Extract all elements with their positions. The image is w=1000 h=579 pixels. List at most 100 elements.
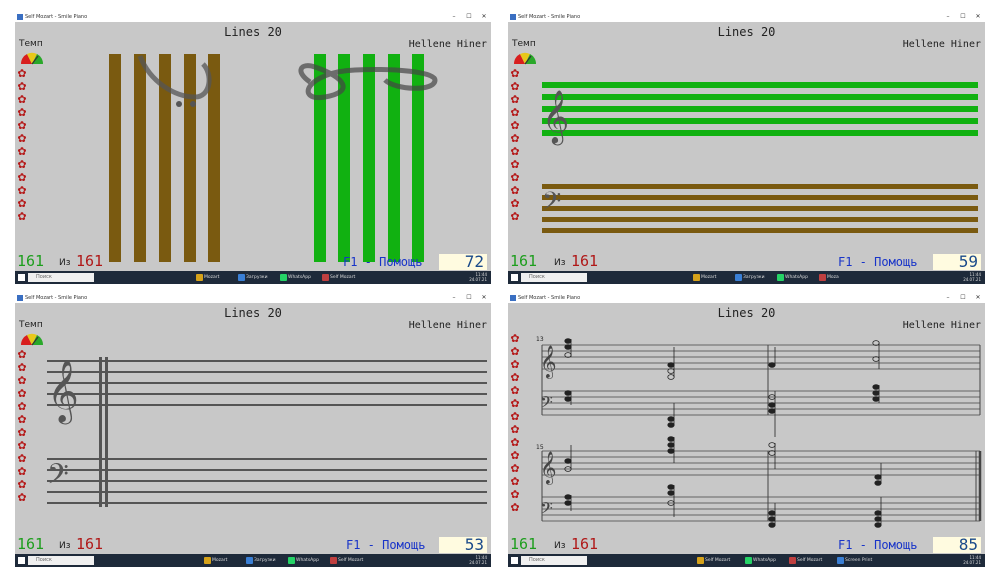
taskbar-search[interactable]: Поиск bbox=[521, 273, 587, 282]
windows-start-icon[interactable] bbox=[18, 274, 25, 281]
tempo-label: Темп bbox=[512, 39, 536, 49]
flower-icon: ✿ bbox=[510, 397, 520, 410]
flower-icon: ✿ bbox=[17, 374, 27, 387]
song-title: Lines 20 bbox=[717, 25, 776, 39]
progress-of-label: Из bbox=[554, 258, 566, 268]
app-content: Lines 20 Hellene Hiner Темп ✿ ✿ ✿ ✿ ✿ ✿ ✿ ✿ ✿ ✿ ✿ ✿… bbox=[508, 22, 985, 271]
flower-icon: ✿ bbox=[510, 80, 520, 93]
app-icon bbox=[17, 295, 23, 301]
app-icon bbox=[510, 295, 516, 301]
taskbar-clock[interactable]: 11:44 24.07.21 bbox=[963, 272, 981, 282]
maximize-button[interactable]: ☐ bbox=[956, 12, 970, 22]
progress-total: 161 bbox=[571, 252, 599, 270]
windows-start-icon[interactable] bbox=[18, 557, 25, 564]
flower-icon: ✿ bbox=[17, 439, 27, 452]
flower-icon: ✿ bbox=[17, 145, 27, 158]
taskbar-app[interactable]: Загрузки bbox=[734, 273, 772, 282]
taskbar-app[interactable]: Self Mozart bbox=[329, 556, 367, 565]
flower-icon: ✿ bbox=[17, 210, 27, 223]
flower-strip: ✿ ✿ ✿ ✿ ✿ ✿ ✿ ✿ ✿ ✿ ✿ ✿ bbox=[510, 66, 524, 225]
flower-icon: ✿ bbox=[17, 413, 27, 426]
taskbar-search[interactable]: Поиск bbox=[28, 556, 94, 565]
close-button[interactable]: ✕ bbox=[971, 293, 985, 303]
taskbar-clock[interactable]: 11:44 24.07.21 bbox=[469, 555, 487, 565]
taskbar-app[interactable]: WhatsApp bbox=[776, 273, 814, 282]
taskbar-app[interactable]: Mozart bbox=[195, 273, 233, 282]
taskbar-clock[interactable]: 11:44 24.07.21 bbox=[963, 555, 981, 565]
taskbar-app[interactable]: Moza bbox=[818, 273, 856, 282]
flower-icon: ✿ bbox=[510, 145, 520, 158]
app-content: Lines 20 Hellene Hiner ✿ ✿ ✿ ✿ ✿ ✿ ✿ ✿ ✿ ✿ ✿ ✿ ✿ ✿ 13… bbox=[508, 303, 985, 554]
flower-icon: ✿ bbox=[17, 93, 27, 106]
flower-icon: ✿ bbox=[510, 358, 520, 371]
flower-icon: ✿ bbox=[510, 371, 520, 384]
flower-icon: ✿ bbox=[510, 171, 520, 184]
flower-icon: ✿ bbox=[510, 93, 520, 106]
system-barline bbox=[99, 357, 102, 507]
taskbar-app[interactable]: Загрузки bbox=[245, 556, 283, 565]
close-button[interactable]: ✕ bbox=[971, 12, 985, 22]
windows-start-icon[interactable] bbox=[511, 274, 518, 281]
minimize-button[interactable]: – bbox=[447, 12, 461, 22]
treble-staff-vertical bbox=[314, 54, 424, 262]
system-2-treble bbox=[542, 450, 980, 476]
taskbar-app[interactable]: WhatsApp bbox=[744, 556, 784, 565]
author-name: Hellene Hiner bbox=[408, 320, 487, 331]
close-button[interactable]: ✕ bbox=[477, 293, 491, 303]
close-button[interactable]: ✕ bbox=[477, 12, 491, 22]
song-title: Lines 20 bbox=[224, 306, 282, 320]
taskbar: Поиск Mozart Загрузки WhatsApp Self Moza… bbox=[15, 271, 491, 284]
flower-icon: ✿ bbox=[17, 400, 27, 413]
help-hint: F1 - Помощь bbox=[838, 538, 918, 552]
flower-icon: ✿ bbox=[510, 332, 520, 345]
taskbar-app[interactable]: Self Mozart bbox=[696, 556, 740, 565]
progress-total: 161 bbox=[76, 252, 104, 270]
flower-icon: ✿ bbox=[510, 501, 520, 514]
window-title: Self Mozart - Smile Piano bbox=[518, 14, 581, 20]
bass-staff-horizontal bbox=[542, 184, 978, 233]
flower-icon: ✿ bbox=[17, 478, 27, 491]
taskbar-app[interactable]: WhatsApp bbox=[279, 273, 317, 282]
maximize-button[interactable]: ☐ bbox=[956, 293, 970, 303]
taskbar-app[interactable]: WhatsApp bbox=[287, 556, 325, 565]
taskbar-app[interactable]: Mozart bbox=[692, 273, 730, 282]
maximize-button[interactable]: ☐ bbox=[462, 12, 476, 22]
taskbar-app[interactable]: Self Mozart bbox=[321, 273, 359, 282]
bass-clef-icon bbox=[137, 55, 212, 100]
app-content: Lines 20 Hellene Hiner Темп ✿ ✿ ✿ ✿ ✿ ✿ ✿ ✿ ✿ ✿ ✿ ✿ bbox=[15, 22, 491, 271]
help-hint: F1 - Помощь bbox=[346, 538, 426, 552]
taskbar-app[interactable]: Загрузки bbox=[237, 273, 275, 282]
windows-start-icon[interactable] bbox=[511, 557, 518, 564]
taskbar-clock[interactable]: 11:44 24.07.21 bbox=[469, 272, 487, 282]
author-name: Hellene Hiner bbox=[902, 39, 981, 50]
flower-icon: ✿ bbox=[510, 210, 520, 223]
tempo-label: Темп bbox=[19, 320, 43, 330]
score-box: 53 bbox=[439, 537, 487, 553]
system-1-treble bbox=[542, 344, 980, 370]
taskbar-app[interactable]: Self Mozart bbox=[788, 556, 832, 565]
system-barline bbox=[105, 357, 108, 507]
system-2-bass bbox=[542, 496, 980, 522]
taskbar-app[interactable]: Mozart bbox=[203, 556, 241, 565]
flower-icon: ✿ bbox=[510, 410, 520, 423]
flower-icon: ✿ bbox=[510, 119, 520, 132]
bass-clef-icon: 𝄢 bbox=[542, 187, 561, 222]
flower-icon: ✿ bbox=[510, 384, 520, 397]
song-title: Lines 20 bbox=[717, 306, 776, 320]
flower-icon: ✿ bbox=[510, 67, 520, 80]
minimize-button[interactable]: – bbox=[941, 293, 955, 303]
flower-icon: ✿ bbox=[17, 465, 27, 478]
taskbar-search[interactable]: Поиск bbox=[521, 556, 587, 565]
taskbar-app[interactable]: Screen Print bbox=[836, 556, 882, 565]
maximize-button[interactable]: ☐ bbox=[462, 293, 476, 303]
taskbar: Поиск Self Mozart WhatsApp Self Mozart S… bbox=[508, 554, 985, 567]
taskbar-search[interactable]: Поиск bbox=[28, 273, 94, 282]
progress-of-label: Из bbox=[59, 258, 71, 268]
minimize-button[interactable]: – bbox=[941, 12, 955, 22]
flower-icon: ✿ bbox=[17, 197, 27, 210]
progress-of-label: Из bbox=[554, 541, 566, 551]
taskbar: Поиск Mozart Загрузки WhatsApp Self Moza… bbox=[15, 554, 491, 567]
flower-icon: ✿ bbox=[510, 197, 520, 210]
flower-icon: ✿ bbox=[17, 171, 27, 184]
minimize-button[interactable]: – bbox=[447, 293, 461, 303]
